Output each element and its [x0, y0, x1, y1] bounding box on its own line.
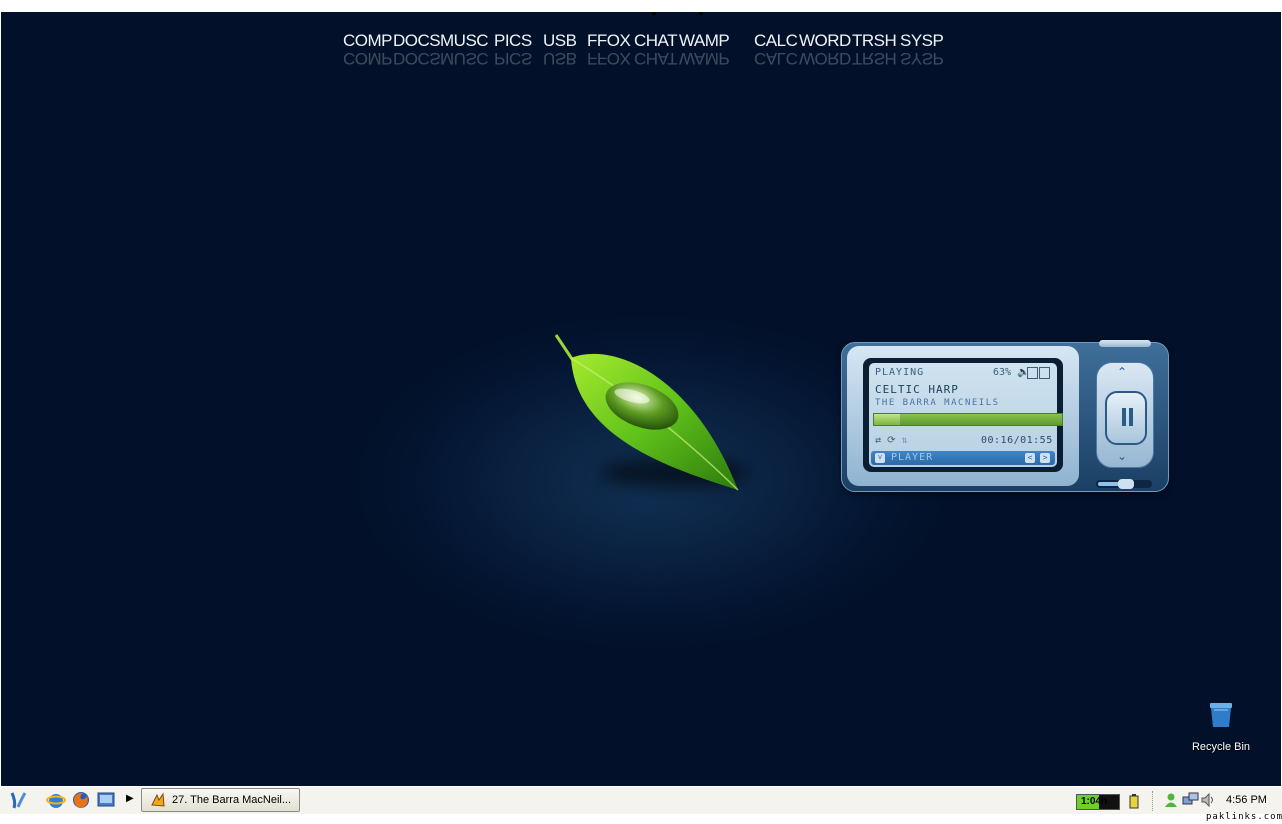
desktop[interactable]: COMP COMP DOCS DOCS MUSC MUSC PICS PICS USB USB FF… — [1, 12, 1281, 786]
launcher-item-reflection: COMP — [343, 49, 392, 68]
launcher-item-reflection: TRSH — [852, 49, 897, 68]
top-strip — [0, 0, 1282, 12]
battery-icon[interactable] — [1127, 793, 1141, 809]
track-title: CELTIC HARP — [875, 383, 959, 396]
launcher-item-label: COMP — [343, 31, 393, 50]
show-desktop-icon[interactable] — [96, 790, 116, 810]
tray-separator — [1152, 791, 1156, 811]
launcher-item-label: CALC — [754, 31, 798, 50]
taskbar: ▶ 27. The Barra MacNeil... 1:04h 4:56 PM — [0, 786, 1282, 814]
launcher-item-label: DOCS — [393, 31, 441, 50]
watermark-text: paklinks.com — [1206, 812, 1282, 822]
launcher-item-reflection: CALC — [754, 49, 798, 68]
launcher-item-pics[interactable]: PICS PICS — [494, 31, 532, 68]
launcher-item-label: CHAT — [634, 31, 678, 50]
launcher-item-trsh[interactable]: TRSH TRSH — [852, 31, 897, 68]
recycle-bin-label: Recycle Bin — [1191, 741, 1251, 753]
launcher-item-musc[interactable]: MUSC MUSC — [440, 31, 489, 68]
taskbar-button-winamp[interactable]: 27. The Barra MacNeil... — [141, 788, 300, 812]
launcher-item-label: PICS — [494, 31, 532, 50]
player-footer: ˅ PLAYER < > — [871, 451, 1055, 465]
launcher-item-sysp[interactable]: SYSP SYSP — [900, 31, 944, 68]
transport-control: ⌃ ⌄ — [1096, 362, 1154, 468]
launcher-item-usb[interactable]: USB USB — [543, 31, 577, 68]
launcher-item-reflection: FFOX — [587, 49, 631, 68]
repeat-icon[interactable]: ⟳ — [887, 435, 895, 446]
volume-value: 63% — [993, 367, 1012, 378]
launcher-item-label: WORD — [799, 31, 851, 50]
track-artist: THE BARRA MACNEILS — [875, 398, 1000, 408]
battery-label: 1:04h — [1081, 796, 1108, 807]
pause-icon — [1122, 408, 1126, 426]
launcher-item-reflection: CHAT — [634, 49, 678, 68]
launcher-item-comp[interactable]: COMP COMP — [343, 31, 393, 68]
player-display: PLAYING 63% 🔈 CELTIC HARP THE BARRA MACN… — [869, 363, 1063, 467]
leaf-wallpaper-image — [554, 334, 739, 491]
battery-meter[interactable]: 1:04h — [1076, 794, 1120, 810]
crossfade-icon[interactable]: ⇅ — [901, 435, 907, 446]
shuffle-icon[interactable]: ⇄ — [875, 435, 881, 446]
launcher-item-label: USB — [543, 31, 577, 50]
pause-button[interactable] — [1105, 391, 1147, 445]
player-top-tab[interactable] — [1099, 340, 1151, 347]
player-status: PLAYING — [875, 367, 925, 378]
launcher-item-reflection: WORD — [799, 49, 851, 68]
firefox-icon[interactable] — [71, 790, 91, 810]
launcher-marker — [699, 12, 703, 15]
playlist-icon[interactable] — [1027, 367, 1038, 379]
launcher-item-label: TRSH — [852, 31, 897, 50]
slider-thumb[interactable] — [1118, 479, 1134, 489]
previous-icon[interactable]: < — [1025, 453, 1035, 463]
start-logo-icon[interactable] — [8, 790, 28, 810]
player-footer-label: PLAYER — [891, 452, 934, 463]
clock[interactable]: 4:56 PM — [1226, 794, 1267, 806]
quicklaunch-expand-icon[interactable]: ▶ — [126, 793, 134, 804]
library-icon[interactable] — [1039, 367, 1050, 379]
launcher-item-word[interactable]: WORD WORD — [799, 31, 851, 68]
recycle-bin-desktop-icon[interactable]: Recycle Bin — [1188, 700, 1254, 753]
chevron-up-icon[interactable]: ⌃ — [1117, 365, 1127, 379]
taskbar-button-label: 27. The Barra MacNeil... — [172, 794, 292, 806]
playback-mode-icons: ⇄ ⟳ ⇅ — [875, 435, 908, 446]
launcher-item-docs[interactable]: DOCS DOCS — [393, 31, 441, 68]
launcher-item-calc[interactable]: CALC CALC — [754, 31, 798, 68]
messenger-icon[interactable] — [1163, 792, 1179, 808]
launcher-item-label: WAMP — [679, 31, 730, 50]
slider-fill — [1098, 482, 1120, 486]
launcher-item-label: MUSC — [440, 31, 489, 50]
next-icon[interactable]: > — [1040, 453, 1050, 463]
launcher-item-label: FFOX — [587, 31, 631, 50]
launcher-item-wamp[interactable]: WAMP WAMP — [679, 31, 730, 68]
launcher-item-reflection: SYSP — [900, 49, 944, 68]
chevron-down-icon[interactable]: ⌄ — [1117, 449, 1127, 463]
launcher-item-reflection: MUSC — [440, 49, 489, 68]
recycle-bin-icon — [1210, 703, 1232, 727]
player-volume[interactable]: 63% 🔈 — [993, 367, 1030, 378]
launcher-item-reflection: DOCS — [393, 49, 441, 68]
volume-icon[interactable] — [1200, 792, 1216, 808]
track-time: 00:16/01:55 — [981, 435, 1053, 446]
network-icon[interactable] — [1182, 792, 1200, 808]
media-player-widget: PLAYING 63% 🔈 CELTIC HARP THE BARRA MACN… — [841, 340, 1169, 492]
launcher-item-reflection: PICS — [494, 49, 532, 68]
winamp-icon — [151, 792, 165, 807]
chevron-down-icon[interactable]: ˅ — [875, 453, 885, 463]
internet-explorer-icon[interactable] — [46, 790, 66, 810]
launcher-item-reflection: USB — [543, 49, 577, 68]
launcher-item-chat[interactable]: CHAT CHAT — [634, 31, 678, 68]
launcher-item-label: SYSP — [900, 31, 944, 50]
seek-bar[interactable] — [873, 413, 1063, 426]
launcher-marker — [652, 12, 656, 15]
launcher-item-reflection: WAMP — [679, 49, 730, 68]
launcher-item-ffox[interactable]: FFOX FFOX — [587, 31, 631, 68]
player-slider[interactable] — [1096, 479, 1152, 489]
seek-bar-fill — [874, 414, 901, 425]
